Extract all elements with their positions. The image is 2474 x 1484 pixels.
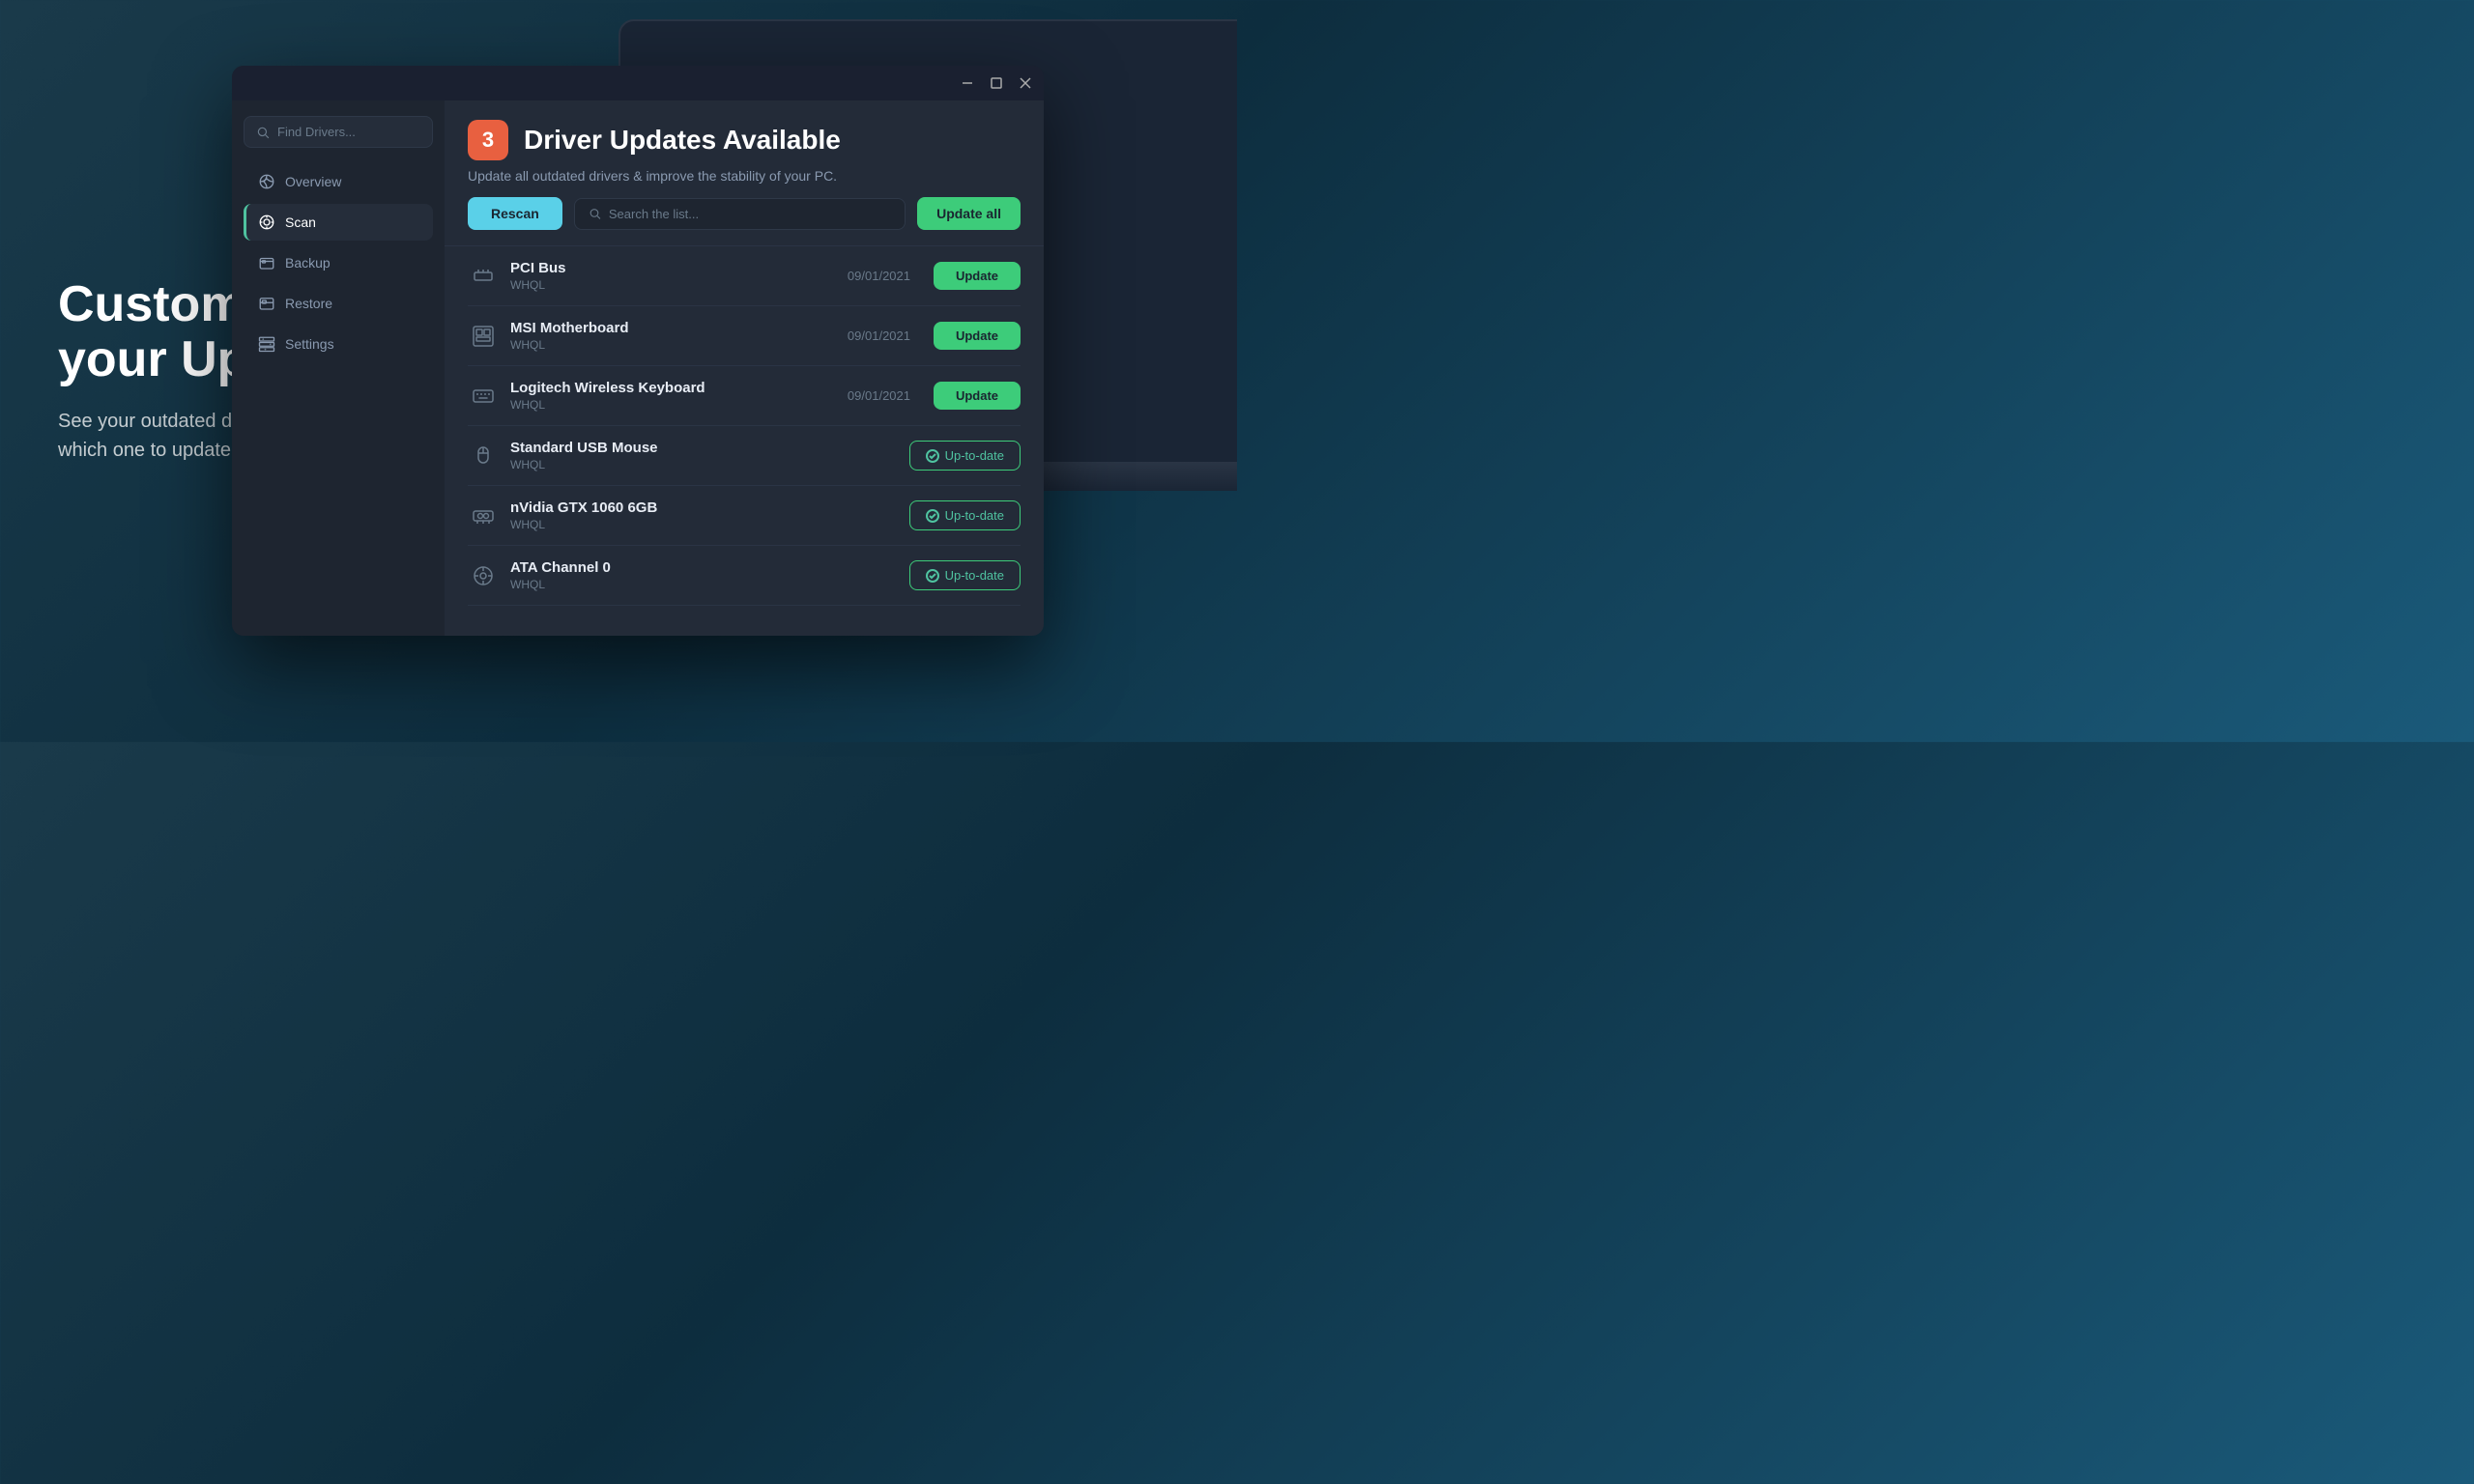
- sidebar: Overview Scan Backup: [232, 100, 445, 636]
- driver-info: ATA Channel 0 WHQL: [510, 559, 898, 591]
- sidebar-item-restore[interactable]: Restore: [244, 285, 433, 322]
- driver-list: PCI BusWHQL09/01/2021UpdateMSI Motherboa…: [445, 246, 1044, 636]
- header-banner: 3 Driver Updates Available Update all ou…: [445, 100, 1044, 246]
- restore-icon: [258, 295, 275, 312]
- mouse-icon: [468, 441, 499, 471]
- pci-icon: [468, 261, 499, 292]
- driver-tag: WHQL: [510, 398, 836, 412]
- sidebar-item-settings[interactable]: Settings: [244, 326, 433, 362]
- driver-info: PCI Bus WHQL: [510, 260, 836, 292]
- backup-icon: [258, 254, 275, 271]
- ata-icon: [468, 560, 499, 591]
- driver-row: MSI Motherboard WHQL 09/01/2021 Update: [468, 306, 1021, 366]
- driver-info: MSI Motherboard WHQL: [510, 320, 836, 352]
- close-button[interactable]: [1019, 76, 1032, 90]
- driver-name: nVidia GTX 1060 6GB: [510, 499, 898, 516]
- uptodate-badge: Up-to-date: [909, 500, 1021, 530]
- main-content: 3 Driver Updates Available Update all ou…: [445, 100, 1044, 636]
- uptodate-badge: Up-to-date: [909, 441, 1021, 471]
- motherboard-icon: [468, 321, 499, 352]
- driver-date: 09/01/2021: [848, 328, 910, 343]
- sidebar-overview-label: Overview: [285, 174, 341, 189]
- update-driver-button[interactable]: Update: [934, 262, 1021, 290]
- driver-name: Standard USB Mouse: [510, 440, 898, 456]
- title-bar: [232, 66, 1044, 100]
- sidebar-backup-label: Backup: [285, 255, 331, 271]
- search-list-box[interactable]: [574, 198, 906, 230]
- search-list-icon: [589, 207, 601, 220]
- driver-tag: WHQL: [510, 458, 898, 471]
- gpu-icon: [468, 500, 499, 531]
- header-subtitle: Update all outdated drivers & improve th…: [468, 168, 1021, 184]
- driver-name: ATA Channel 0: [510, 559, 898, 576]
- uptodate-badge: Up-to-date: [909, 560, 1021, 590]
- scan-icon: [258, 214, 275, 231]
- driver-search-box[interactable]: [244, 116, 433, 148]
- driver-row: ATA Channel 0 WHQL Up-to-date: [468, 546, 1021, 606]
- driver-row: PCI Bus WHQL 09/01/2021 Update: [468, 246, 1021, 306]
- app-window: Overview Scan Backup: [232, 66, 1044, 636]
- minimize-button[interactable]: [961, 76, 974, 90]
- update-count-badge: 3: [468, 120, 508, 160]
- update-driver-button[interactable]: Update: [934, 322, 1021, 350]
- keyboard-icon: [468, 381, 499, 412]
- header-actions: Rescan Update all: [468, 197, 1021, 230]
- driver-tag: WHQL: [510, 278, 836, 292]
- driver-name: MSI Motherboard: [510, 320, 836, 336]
- driver-row: Standard USB Mouse WHQL Up-to-date: [468, 426, 1021, 486]
- driver-info: Standard USB Mouse WHQL: [510, 440, 898, 471]
- driver-date: 09/01/2021: [848, 269, 910, 283]
- sidebar-item-backup[interactable]: Backup: [244, 244, 433, 281]
- header-title: Driver Updates Available: [524, 125, 841, 156]
- driver-tag: WHQL: [510, 518, 898, 531]
- overview-icon: [258, 173, 275, 190]
- sidebar-item-scan[interactable]: Scan: [244, 204, 433, 241]
- driver-tag: WHQL: [510, 578, 898, 591]
- search-icon: [256, 126, 270, 139]
- driver-row: Logitech Wireless Keyboard WHQL 09/01/2021…: [468, 366, 1021, 426]
- rescan-button[interactable]: Rescan: [468, 197, 562, 230]
- driver-info: Logitech Wireless Keyboard WHQL: [510, 380, 836, 412]
- sidebar-settings-label: Settings: [285, 336, 334, 352]
- settings-icon: [258, 335, 275, 353]
- maximize-button[interactable]: [990, 76, 1003, 90]
- driver-date: 09/01/2021: [848, 388, 910, 403]
- header-top: 3 Driver Updates Available: [468, 120, 1021, 160]
- driver-tag: WHQL: [510, 338, 836, 352]
- window-controls: [961, 76, 1032, 90]
- driver-name: PCI Bus: [510, 260, 836, 276]
- driver-row: nVidia GTX 1060 6GB WHQL Up-to-date: [468, 486, 1021, 546]
- sidebar-scan-label: Scan: [285, 214, 316, 230]
- update-driver-button[interactable]: Update: [934, 382, 1021, 410]
- sidebar-item-overview[interactable]: Overview: [244, 163, 433, 200]
- driver-info: nVidia GTX 1060 6GB WHQL: [510, 499, 898, 531]
- app-body: Overview Scan Backup: [232, 100, 1044, 636]
- driver-name: Logitech Wireless Keyboard: [510, 380, 836, 396]
- update-all-button[interactable]: Update all: [917, 197, 1021, 230]
- search-list-input[interactable]: [609, 207, 891, 221]
- driver-search-input[interactable]: [277, 125, 420, 139]
- sidebar-restore-label: Restore: [285, 296, 332, 311]
